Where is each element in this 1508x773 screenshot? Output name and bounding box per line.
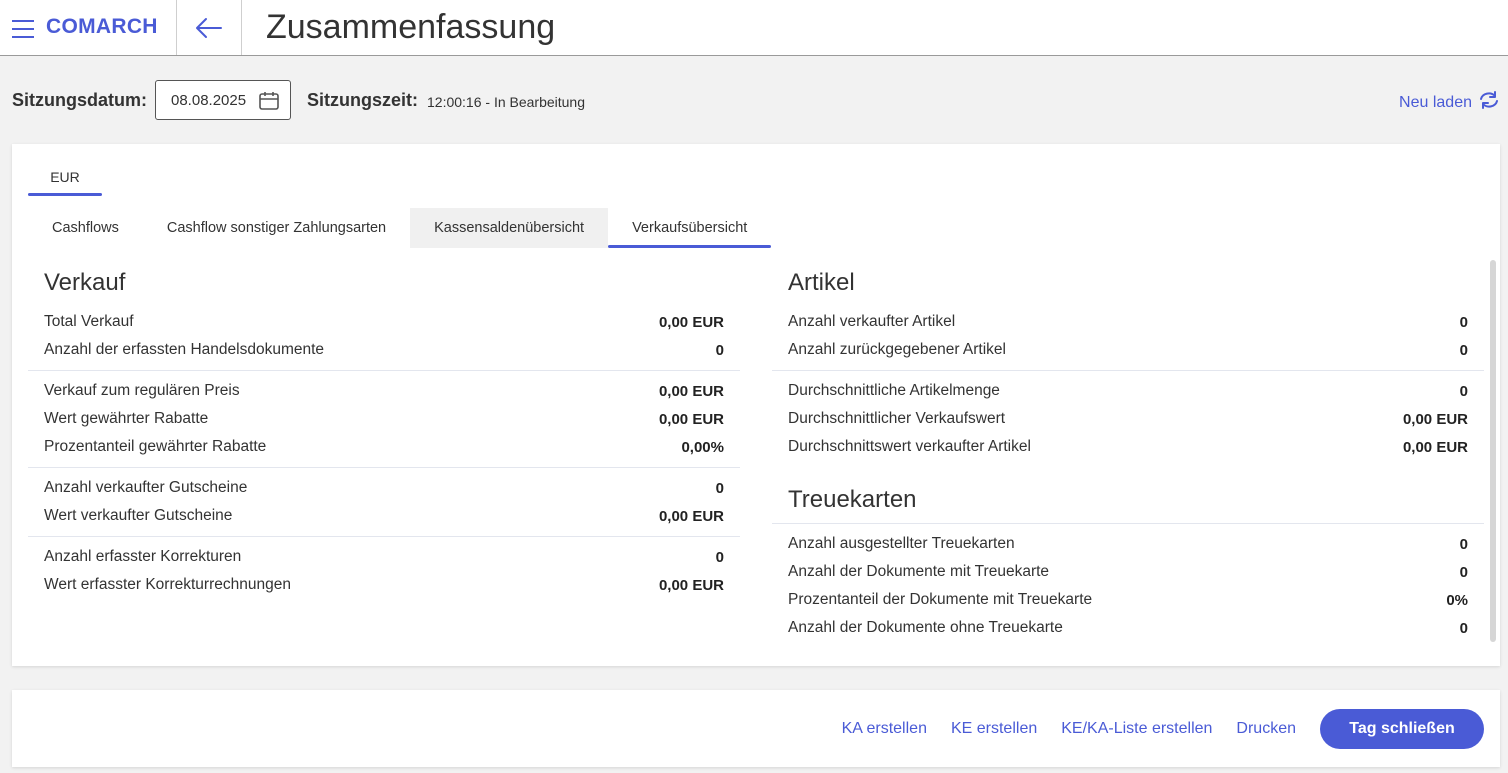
stat-label: Anzahl verkaufter Gutscheine bbox=[44, 479, 248, 496]
hamburger-menu-icon[interactable] bbox=[12, 20, 34, 38]
reload-label: Neu laden bbox=[1399, 93, 1472, 111]
loyalty-group: Anzahl ausgestellter Treuekarten 0 Anzahl… bbox=[772, 523, 1484, 648]
stat-value: 0 bbox=[715, 479, 724, 497]
print-button[interactable]: Drucken bbox=[1236, 720, 1296, 738]
action-buttons: KA erstellen KE erstellen KE/KA-Liste er… bbox=[842, 709, 1484, 749]
action-footer: KA erstellen KE erstellen KE/KA-Liste er… bbox=[12, 690, 1500, 767]
create-ka-button[interactable]: KA erstellen bbox=[842, 720, 927, 738]
articles-group: Anzahl verkaufter Artikel 0 Anzahl zurück… bbox=[772, 304, 1484, 371]
stat-value: 0,00 EUR bbox=[658, 576, 724, 594]
stat-value: 0 bbox=[715, 548, 724, 566]
stat-value: 0,00 EUR bbox=[658, 382, 724, 400]
stat-row: Anzahl ausgestellter Treuekarten 0 bbox=[772, 530, 1484, 558]
stat-label: Anzahl erfasster Korrekturen bbox=[44, 548, 242, 565]
stat-value: 0,00% bbox=[681, 438, 724, 456]
stat-value: 0,00 EUR bbox=[658, 410, 724, 428]
stat-value: 0 bbox=[1459, 382, 1468, 400]
stat-row: Wert gewährter Rabatte 0,00 EUR bbox=[28, 405, 740, 433]
stat-row: Wert erfasster Korrekturrechnungen 0,00 E… bbox=[28, 571, 740, 599]
tab-currency-eur[interactable]: EUR bbox=[28, 162, 102, 196]
sales-group: Total Verkauf 0,00 EUR Anzahl der erfasst… bbox=[28, 304, 740, 371]
header-divider bbox=[241, 0, 242, 55]
stat-label: Anzahl zurückgegebener Artikel bbox=[788, 341, 1006, 358]
stat-value: 0,00 EUR bbox=[1402, 438, 1468, 456]
stat-row: Anzahl zurückgegebener Artikel 0 bbox=[772, 336, 1484, 364]
stat-value: 0 bbox=[715, 341, 724, 359]
top-bar: COMARCH Zusammenfassung bbox=[0, 0, 1508, 56]
stat-row: Anzahl verkaufter Artikel 0 bbox=[772, 308, 1484, 336]
tab-cashflows[interactable]: Cashflows bbox=[28, 208, 143, 248]
tab-sales-overview[interactable]: Verkaufsübersicht bbox=[608, 208, 772, 248]
stat-label: Anzahl verkaufter Artikel bbox=[788, 313, 956, 330]
stat-row: Anzahl verkaufter Gutscheine 0 bbox=[28, 474, 740, 502]
back-arrow-icon[interactable] bbox=[193, 14, 225, 42]
sales-group: Anzahl verkaufter Gutscheine 0 Wert verka… bbox=[28, 468, 740, 537]
stat-value: 0,00 EUR bbox=[658, 507, 724, 525]
stat-label: Prozentanteil gewährter Rabatte bbox=[44, 438, 267, 455]
stat-label: Anzahl der erfassten Handelsdokumente bbox=[44, 341, 325, 358]
summary-card: EUR Cashflows Cashflow sonstiger Zahlung… bbox=[12, 144, 1500, 666]
session-time-label: Sitzungszeit: bbox=[307, 89, 418, 110]
stat-label: Wert verkaufter Gutscheine bbox=[44, 507, 233, 524]
stat-label: Anzahl ausgestellter Treuekarten bbox=[788, 535, 1015, 552]
stat-value: 0,00 EUR bbox=[658, 313, 724, 331]
close-day-button[interactable]: Tag schließen bbox=[1320, 709, 1484, 749]
session-date-value: 08.08.2025 bbox=[171, 91, 247, 109]
stat-label: Durchschnittlicher Verkaufswert bbox=[788, 410, 1006, 427]
stat-row: Anzahl der erfassten Handelsdokumente 0 bbox=[28, 336, 740, 364]
stat-value: 0 bbox=[1459, 341, 1468, 359]
stat-row: Anzahl der Dokumente mit Treuekarte 0 bbox=[772, 558, 1484, 586]
summary-tabs: Cashflows Cashflow sonstiger Zahlungsart… bbox=[28, 208, 772, 248]
stat-value: 0 bbox=[1459, 619, 1468, 637]
articles-section: Artikel Anzahl verkaufter Artikel 0 Anzah… bbox=[772, 262, 1484, 648]
articles-group: Durchschnittliche Artikelmenge 0 Durchsch… bbox=[772, 371, 1484, 467]
tab-other-payment-cashflow[interactable]: Cashflow sonstiger Zahlungsarten bbox=[143, 208, 410, 248]
stat-value: 0 bbox=[1459, 563, 1468, 581]
tab-cash-balance-overview[interactable]: Kassensaldenübersicht bbox=[410, 208, 609, 248]
create-ke-button[interactable]: KE erstellen bbox=[951, 720, 1037, 738]
session-time-value: 12:00:16 - In Bearbeitung bbox=[427, 93, 586, 110]
stat-label: Verkauf zum regulären Preis bbox=[44, 382, 240, 399]
comarch-logo: COMARCH bbox=[46, 15, 158, 38]
session-date-field[interactable]: 08.08.2025 bbox=[155, 80, 291, 120]
sales-section: Verkauf Total Verkauf 0,00 EUR Anzahl der… bbox=[28, 262, 740, 605]
stat-label: Durchschnittliche Artikelmenge bbox=[788, 382, 1000, 399]
session-date-label: Sitzungsdatum: bbox=[12, 89, 147, 110]
calendar-icon[interactable] bbox=[258, 90, 280, 116]
stat-label: Wert gewährter Rabatte bbox=[44, 410, 209, 427]
page-title: Zusammenfassung bbox=[266, 8, 556, 46]
stat-row: Prozentanteil gewährter Rabatte 0,00% bbox=[28, 433, 740, 461]
stat-row: Anzahl der Dokumente ohne Treuekarte 0 bbox=[772, 614, 1484, 642]
stat-row: Anzahl erfasster Korrekturen 0 bbox=[28, 543, 740, 571]
stat-label: Anzahl der Dokumente ohne Treuekarte bbox=[788, 619, 1063, 636]
stat-row: Total Verkauf 0,00 EUR bbox=[28, 308, 740, 336]
articles-title: Artikel bbox=[788, 269, 855, 296]
reload-button[interactable]: Neu laden bbox=[1399, 90, 1500, 115]
stat-label: Anzahl der Dokumente mit Treuekarte bbox=[788, 563, 1050, 580]
stat-value: 0% bbox=[1446, 591, 1468, 609]
create-ke-ka-list-button[interactable]: KE/KA-Liste erstellen bbox=[1061, 720, 1212, 738]
header-divider bbox=[176, 0, 177, 55]
sales-title: Verkauf bbox=[44, 269, 126, 296]
content-scrollbar[interactable] bbox=[1490, 260, 1496, 642]
stat-row: Durchschnittswert verkaufter Artikel 0,00… bbox=[772, 433, 1484, 461]
sales-group: Anzahl erfasster Korrekturen 0 Wert erfas… bbox=[28, 537, 740, 605]
stat-row: Durchschnittlicher Verkaufswert 0,00 EUR bbox=[772, 405, 1484, 433]
stat-label: Prozentanteil der Dokumente mit Treuekar… bbox=[788, 591, 1093, 608]
stat-row: Verkauf zum regulären Preis 0,00 EUR bbox=[28, 377, 740, 405]
stat-label: Durchschnittswert verkaufter Artikel bbox=[788, 438, 1031, 455]
sales-group: Verkauf zum regulären Preis 0,00 EUR Wert… bbox=[28, 371, 740, 468]
stat-value: 0,00 EUR bbox=[1402, 410, 1468, 428]
session-bar: Sitzungsdatum: 08.08.2025 Sitzungszeit: … bbox=[12, 80, 585, 120]
stat-label: Wert erfasster Korrekturrechnungen bbox=[44, 576, 291, 593]
stat-row: Wert verkaufter Gutscheine 0,00 EUR bbox=[28, 502, 740, 530]
stat-label: Total Verkauf bbox=[44, 313, 134, 330]
stat-row: Prozentanteil der Dokumente mit Treuekar… bbox=[772, 586, 1484, 614]
stat-value: 0 bbox=[1459, 535, 1468, 553]
refresh-icon bbox=[1478, 90, 1500, 115]
stat-row: Durchschnittliche Artikelmenge 0 bbox=[772, 377, 1484, 405]
stat-value: 0 bbox=[1459, 313, 1468, 331]
loyalty-title: Treuekarten bbox=[788, 486, 917, 513]
